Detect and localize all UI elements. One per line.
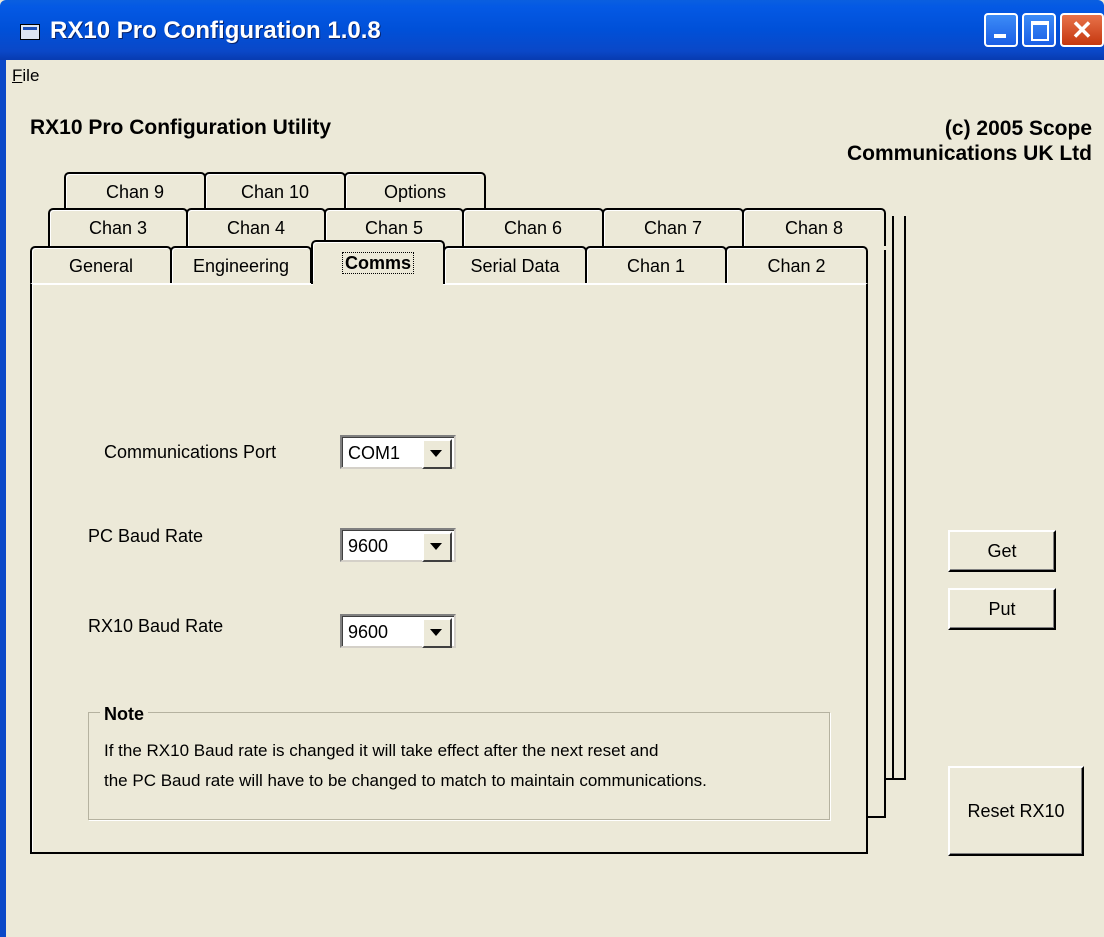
tab-chan-1[interactable]: Chan 1 bbox=[585, 246, 727, 284]
tab-chan-3[interactable]: Chan 3 bbox=[48, 208, 188, 246]
tab-serial-data[interactable]: Serial Data bbox=[443, 246, 587, 284]
tab-chan-7[interactable]: Chan 7 bbox=[602, 208, 744, 246]
copyright-text: (c) 2005 Scope Communications UK Ltd bbox=[760, 116, 1092, 166]
tab-options[interactable]: Options bbox=[344, 172, 486, 210]
pc-baud-value: 9600 bbox=[348, 536, 389, 556]
tab-general[interactable]: General bbox=[30, 246, 172, 284]
copyright-line-2: Communications UK Ltd bbox=[847, 142, 1092, 165]
selected-tab-joint bbox=[313, 281, 443, 285]
menu-file[interactable]: File bbox=[12, 66, 39, 86]
minimize-button[interactable] bbox=[984, 13, 1018, 47]
note-line-1: If the RX10 Baud rate is changed it will… bbox=[104, 741, 659, 760]
window-title: RX10 Pro Configuration 1.0.8 bbox=[50, 17, 381, 44]
note-line-2: the PC Baud rate will have to be changed… bbox=[104, 771, 707, 790]
put-button[interactable]: Put bbox=[948, 588, 1056, 630]
tab-comms[interactable]: Comms bbox=[311, 240, 445, 284]
note-title: Note bbox=[100, 704, 148, 725]
tab-chan-6[interactable]: Chan 6 bbox=[462, 208, 604, 246]
tab-chan-10[interactable]: Chan 10 bbox=[204, 172, 346, 210]
close-button[interactable]: ✕ bbox=[1060, 13, 1104, 47]
close-icon: ✕ bbox=[1071, 15, 1093, 45]
chevron-down-icon[interactable] bbox=[422, 618, 452, 648]
tab-chan-8[interactable]: Chan 8 bbox=[742, 208, 886, 246]
window-border bbox=[0, 60, 6, 937]
note-text: If the RX10 Baud rate is changed it will… bbox=[104, 736, 824, 796]
page-title: RX10 Pro Configuration Utility bbox=[30, 116, 332, 139]
chevron-down-icon[interactable] bbox=[422, 439, 452, 469]
get-button[interactable]: Get bbox=[948, 530, 1056, 572]
tab-chan-2[interactable]: Chan 2 bbox=[725, 246, 868, 284]
tab-panel-back-1 bbox=[868, 250, 886, 818]
tab-chan-9[interactable]: Chan 9 bbox=[64, 172, 206, 210]
maximize-button[interactable] bbox=[1022, 13, 1056, 47]
app-icon bbox=[20, 24, 40, 40]
pc-baud-label: PC Baud Rate bbox=[88, 526, 204, 546]
chevron-down-icon[interactable] bbox=[422, 532, 452, 562]
tab-chan-4[interactable]: Chan 4 bbox=[186, 208, 326, 246]
pc-baud-select[interactable]: 9600 bbox=[340, 528, 456, 562]
tab-engineering[interactable]: Engineering bbox=[170, 246, 312, 284]
copyright-line-1: (c) 2005 Scope bbox=[944, 117, 1092, 140]
rx10-baud-value: 9600 bbox=[348, 622, 389, 642]
port-label: Communications Port bbox=[104, 442, 277, 462]
port-value: COM1 bbox=[348, 443, 401, 463]
port-select[interactable]: COM1 bbox=[340, 435, 456, 469]
reset-rx10-button[interactable]: Reset RX10 bbox=[948, 766, 1084, 856]
rx10-baud-select[interactable]: 9600 bbox=[340, 614, 456, 648]
rx10-baud-label: RX10 Baud Rate bbox=[88, 616, 224, 636]
